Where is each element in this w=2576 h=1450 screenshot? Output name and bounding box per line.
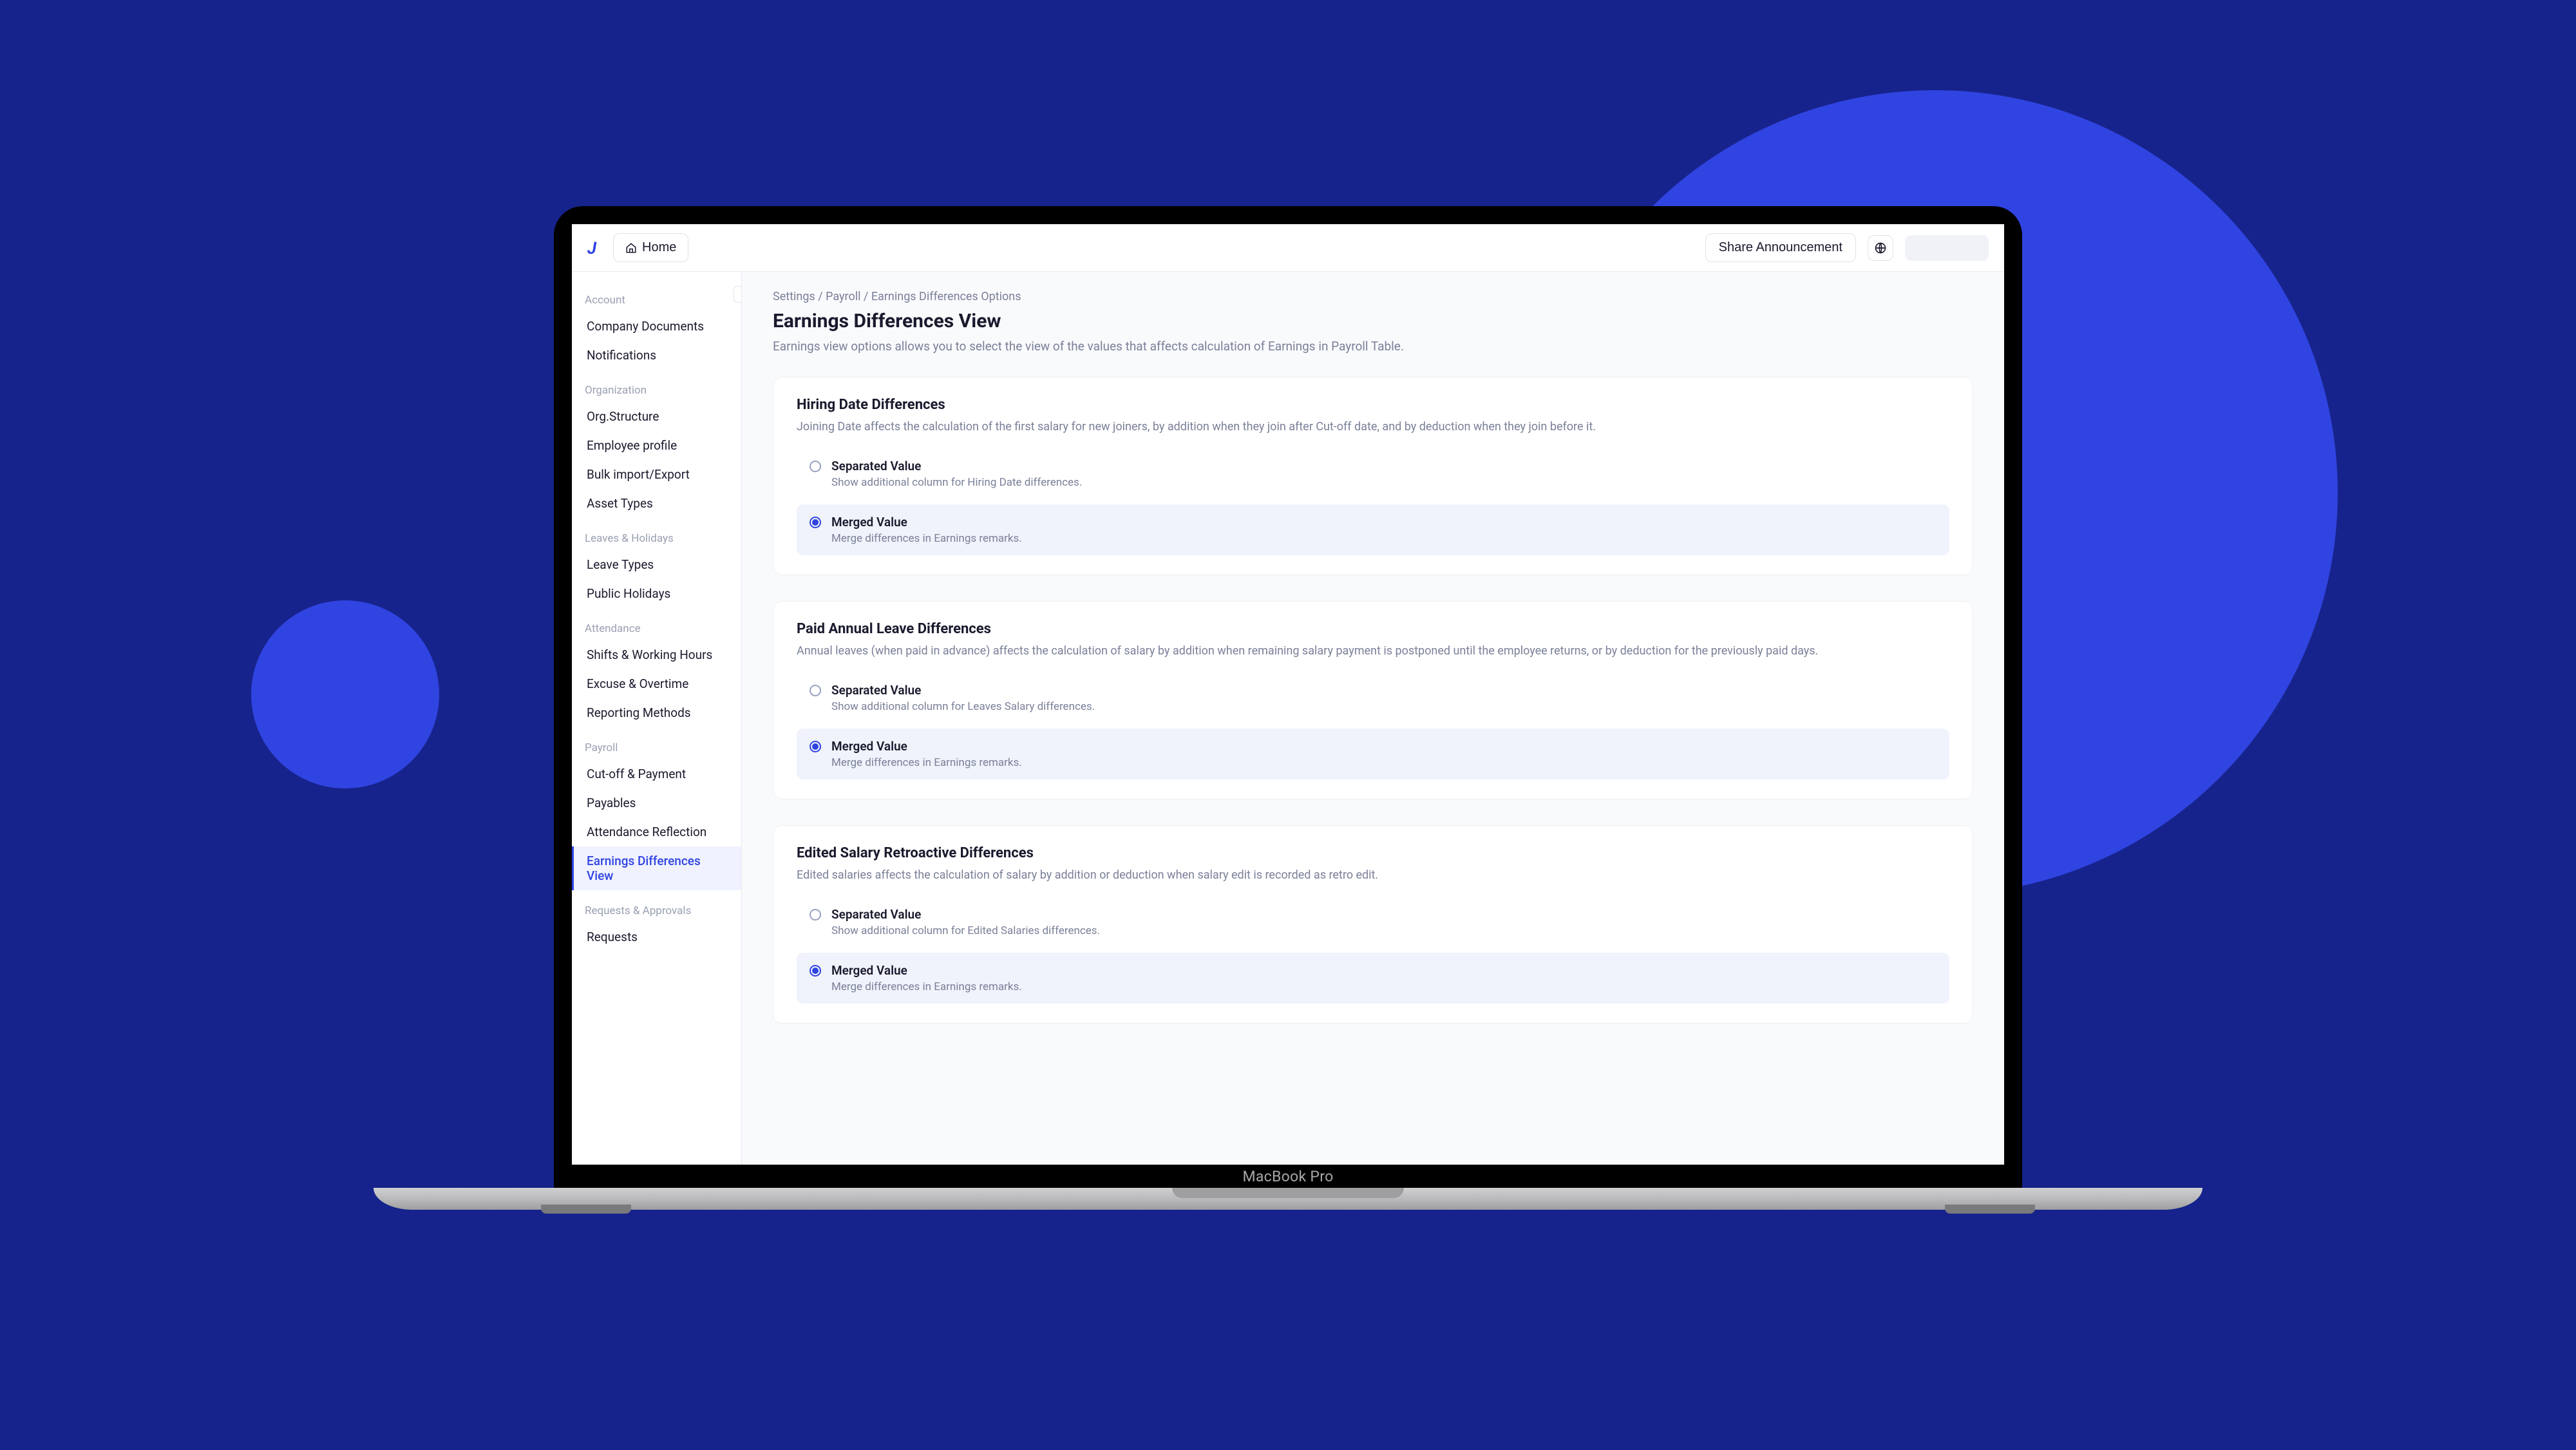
sidebar-header-account: Account <box>572 285 741 312</box>
sidebar: ‹ Account Company Documents Notification… <box>572 272 742 1165</box>
radio-checked-icon <box>810 517 821 528</box>
card-title: Hiring Date Differences <box>797 397 1949 413</box>
sidebar-item-bulk-import-export[interactable]: Bulk import/Export <box>572 460 741 489</box>
sidebar-header-payroll: Payroll <box>572 732 741 759</box>
sidebar-item-employee-profile[interactable]: Employee profile <box>572 431 741 460</box>
option-merged-value[interactable]: Merged Value Merge differences in Earnin… <box>797 504 1949 555</box>
sidebar-item-cutoff-payment[interactable]: Cut-off & Payment <box>572 759 741 788</box>
sidebar-item-attendance-reflection[interactable]: Attendance Reflection <box>572 817 741 846</box>
sidebar-item-excuse-overtime[interactable]: Excuse & Overtime <box>572 669 741 698</box>
option-separated-value[interactable]: Separated Value Show additional column f… <box>797 897 1949 948</box>
option-title: Merged Value <box>831 963 1937 978</box>
option-separated-value[interactable]: Separated Value Show additional column f… <box>797 448 1949 499</box>
option-title: Merged Value <box>831 739 1937 754</box>
sidebar-item-shifts[interactable]: Shifts & Working Hours <box>572 640 741 669</box>
option-title: Separated Value <box>831 459 1937 473</box>
sidebar-item-company-documents[interactable]: Company Documents <box>572 312 741 341</box>
globe-icon <box>1874 242 1887 254</box>
radio-unchecked-icon <box>810 685 821 696</box>
bg-decoration-small <box>251 600 439 788</box>
language-button[interactable] <box>1868 235 1893 261</box>
card-title: Paid Annual Leave Differences <box>797 621 1949 637</box>
option-sub: Show additional column for Hiring Date d… <box>831 476 1937 489</box>
option-sub: Merge differences in Earnings remarks. <box>831 980 1937 993</box>
screen-frame: J Home Share Announcement ‹ <box>554 206 2022 1165</box>
sidebar-collapse-button[interactable]: ‹ <box>734 286 742 303</box>
card-edited-salary-retro: Edited Salary Retroactive Differences Ed… <box>773 825 1973 1024</box>
profile-placeholder[interactable] <box>1905 235 1989 261</box>
radio-unchecked-icon <box>810 461 821 472</box>
radio-checked-icon <box>810 741 821 752</box>
option-title: Separated Value <box>831 907 1937 922</box>
sidebar-item-public-holidays[interactable]: Public Holidays <box>572 579 741 608</box>
option-separated-value[interactable]: Separated Value Show additional column f… <box>797 673 1949 723</box>
laptop-mockup: J Home Share Announcement ‹ <box>554 206 2022 1207</box>
page-title: Earnings Differences View <box>773 310 1973 332</box>
radio-unchecked-icon <box>810 909 821 921</box>
page-subtitle: Earnings view options allows you to sele… <box>773 339 1973 354</box>
device-label: MacBook Pro <box>554 1165 2022 1188</box>
sidebar-item-requests[interactable]: Requests <box>572 922 741 951</box>
card-paid-annual-leave: Paid Annual Leave Differences Annual lea… <box>773 601 1973 799</box>
card-title: Edited Salary Retroactive Differences <box>797 845 1949 861</box>
sidebar-header-organization: Organization <box>572 375 741 402</box>
option-title: Merged Value <box>831 515 1937 529</box>
home-button[interactable]: Home <box>613 233 688 262</box>
sidebar-item-earnings-differences-view[interactable]: Earnings Differences View <box>572 846 741 890</box>
sidebar-item-asset-types[interactable]: Asset Types <box>572 489 741 518</box>
radio-checked-icon <box>810 965 821 977</box>
logo[interactable]: J <box>587 239 601 257</box>
card-desc: Edited salaries affects the calculation … <box>797 866 1949 884</box>
breadcrumb[interactable]: Settings / Payroll / Earnings Difference… <box>773 290 1973 303</box>
option-sub: Show additional column for Edited Salari… <box>831 924 1937 937</box>
option-sub: Show additional column for Leaves Salary… <box>831 700 1937 713</box>
home-icon <box>625 242 637 254</box>
share-announcement-button[interactable]: Share Announcement <box>1705 233 1856 262</box>
sidebar-item-leave-types[interactable]: Leave Types <box>572 550 741 579</box>
sidebar-item-notifications[interactable]: Notifications <box>572 341 741 370</box>
sidebar-item-org-structure[interactable]: Org.Structure <box>572 402 741 431</box>
laptop-base: MacBook Pro <box>554 1165 2022 1207</box>
sidebar-header-requests: Requests & Approvals <box>572 895 741 922</box>
sidebar-item-reporting-methods[interactable]: Reporting Methods <box>572 698 741 727</box>
sidebar-header-leaves: Leaves & Holidays <box>572 523 741 550</box>
home-label: Home <box>642 240 676 255</box>
app-screen: J Home Share Announcement ‹ <box>572 224 2004 1165</box>
card-desc: Annual leaves (when paid in advance) aff… <box>797 642 1949 660</box>
sidebar-header-attendance: Attendance <box>572 613 741 640</box>
camera-notch <box>1220 206 1356 224</box>
sidebar-item-payables[interactable]: Payables <box>572 788 741 817</box>
option-merged-value[interactable]: Merged Value Merge differences in Earnin… <box>797 953 1949 1004</box>
option-title: Separated Value <box>831 683 1937 698</box>
main-content: Settings / Payroll / Earnings Difference… <box>742 272 2004 1165</box>
card-hiring-date: Hiring Date Differences Joining Date aff… <box>773 377 1973 575</box>
card-desc: Joining Date affects the calculation of … <box>797 418 1949 435</box>
option-merged-value[interactable]: Merged Value Merge differences in Earnin… <box>797 729 1949 779</box>
option-sub: Merge differences in Earnings remarks. <box>831 532 1937 545</box>
topbar: J Home Share Announcement <box>572 224 2004 272</box>
option-sub: Merge differences in Earnings remarks. <box>831 756 1937 769</box>
